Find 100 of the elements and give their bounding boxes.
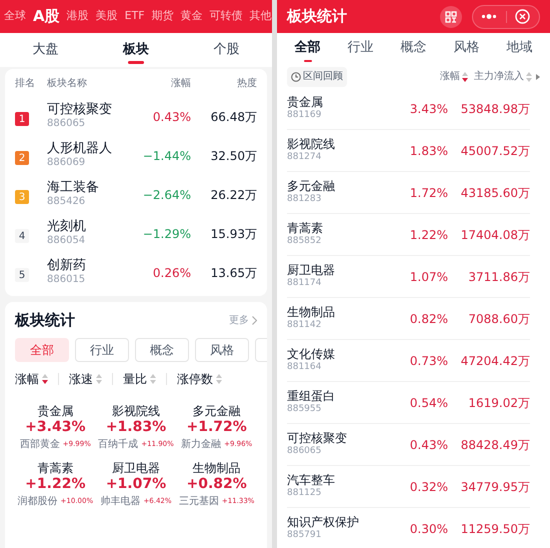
- inflow-value: 88428.49万: [460, 436, 530, 454]
- column-header: 热度: [236, 76, 257, 90]
- filter-chip[interactable]: 风格: [195, 338, 249, 362]
- sector-name: 光刻机: [47, 219, 87, 236]
- inflow-value: 3711.86万: [467, 268, 530, 286]
- view-tab[interactable]: 个股: [181, 33, 272, 67]
- tile-change: +1.07%: [106, 476, 166, 494]
- sector-code: 885852: [287, 236, 322, 248]
- sector-code: 886015: [47, 274, 86, 287]
- change-value: 0.43%: [152, 108, 191, 126]
- sector-code: 885955: [287, 404, 322, 416]
- sector-name: 文化传媒: [287, 347, 336, 362]
- inflow-value: 11259.50万: [460, 520, 530, 538]
- sort-option[interactable]: 涨速: [69, 370, 102, 388]
- column-header: 涨幅: [170, 76, 191, 90]
- column-sort[interactable]: 主力净流入: [474, 69, 532, 84]
- category-tab[interactable]: 全部: [281, 33, 334, 63]
- change-value: 0.82%: [408, 310, 448, 328]
- tile-name: 青蒿素: [37, 461, 74, 476]
- leader-stock: 帅丰电器: [100, 496, 140, 508]
- inflow-value: 7088.60万: [467, 310, 530, 328]
- tile-name: 影视院线: [112, 404, 160, 419]
- tile-change: +1.83%: [106, 419, 166, 436]
- sector-name: 多元金融: [287, 179, 336, 194]
- tile-change: +1.72%: [186, 419, 247, 436]
- rank-badge: 1: [15, 112, 29, 126]
- change-value: 1.07%: [408, 268, 448, 286]
- view-tab[interactable]: 大盘: [0, 33, 91, 67]
- more-icon: [481, 14, 498, 19]
- column-header: 排名: [15, 76, 36, 90]
- category-tab[interactable]: 地域: [493, 33, 546, 63]
- tile-name: 厨卫电器: [112, 461, 160, 476]
- sector-name: 汽车整车: [287, 473, 336, 488]
- sector-code: 886054: [47, 235, 86, 248]
- rank-badge: 4: [15, 229, 29, 243]
- sort-option[interactable]: 涨停数: [177, 370, 222, 388]
- change-value: −1.29%: [142, 226, 191, 242]
- category-tab[interactable]: 风格: [440, 33, 493, 63]
- rank-badge: 2: [15, 151, 29, 165]
- change-value: 0.26%: [152, 264, 191, 282]
- leader-stock: 三元基因: [178, 496, 219, 508]
- tile-change: +1.22%: [25, 476, 86, 494]
- sector-code: 881164: [287, 362, 322, 374]
- heat-value: 13.65万: [210, 264, 257, 282]
- change-value: −1.44%: [142, 148, 191, 164]
- sector-code: 881174: [287, 278, 322, 290]
- heat-value: 66.48万: [210, 108, 257, 126]
- tile-change: +0.82%: [186, 476, 247, 494]
- sector-name: 生物制品: [287, 305, 336, 320]
- change-value: 0.30%: [408, 520, 448, 538]
- leader-stock: 百纳千成: [98, 438, 138, 451]
- heat-value: 15.93万: [210, 226, 257, 242]
- caret-right-icon: [536, 74, 540, 80]
- view-tab[interactable]: 板块: [90, 33, 182, 67]
- sort-option[interactable]: 量比: [123, 370, 156, 388]
- page-title: 板块统计: [287, 6, 348, 28]
- sector-name: 海工装备: [47, 180, 100, 196]
- sector-code: 881283: [287, 194, 322, 206]
- inflow-value: 34779.95万: [460, 478, 530, 496]
- inflow-value: 47204.42万: [460, 352, 530, 370]
- inflow-value: 17404.08万: [460, 226, 530, 244]
- sector-name: 可控核聚变: [287, 431, 348, 446]
- heat-value: 32.50万: [210, 148, 257, 164]
- sort-option[interactable]: 涨幅: [15, 370, 48, 388]
- sector-code: 885791: [287, 530, 322, 542]
- inflow-value: 53848.98万: [460, 100, 530, 118]
- sector-code: 886069: [47, 157, 86, 170]
- category-tab[interactable]: 行业: [334, 33, 387, 63]
- column-sort[interactable]: 涨幅: [440, 69, 468, 84]
- sector-code: 886065: [287, 446, 322, 458]
- sector-name: 人形机器人: [47, 141, 113, 158]
- filter-chip[interactable]: 行业: [75, 338, 129, 362]
- sector-code: 881125: [287, 488, 322, 500]
- category-tab[interactable]: 概念: [387, 33, 440, 63]
- clock-icon: [291, 72, 301, 82]
- change-value: 3.43%: [408, 100, 448, 118]
- card-title: 板块统计: [15, 310, 75, 331]
- sector-name: 厨卫电器: [287, 263, 336, 278]
- chevron-right-icon: [252, 316, 257, 324]
- leader-stock: 西部黄金: [20, 438, 60, 451]
- market-tab[interactable]: A股: [33, 5, 60, 28]
- filter-chip[interactable]: 概念: [135, 338, 189, 362]
- inflow-value: 43185.60万: [460, 184, 530, 202]
- column-header: 板块名称: [47, 76, 88, 90]
- change-value: 0.54%: [408, 394, 448, 412]
- change-value: 0.32%: [408, 478, 448, 496]
- change-value: 1.72%: [408, 184, 448, 202]
- close-icon: [515, 9, 530, 24]
- change-value: 0.43%: [408, 436, 448, 454]
- leader-stock: 润都股份: [18, 496, 58, 508]
- change-value: 1.83%: [408, 142, 448, 160]
- rank-badge: 3: [15, 190, 29, 204]
- sector-name: 贵金属: [287, 95, 324, 110]
- filter-chip[interactable]: 全部: [15, 338, 69, 362]
- scan-button[interactable]: [440, 6, 462, 28]
- inflow-value: 1619.02万: [467, 394, 530, 412]
- sector-name: 影视院线: [287, 137, 336, 152]
- range-review-button[interactable]: 区间回顾: [287, 66, 347, 86]
- change-value: −2.64%: [142, 186, 191, 204]
- tile-name: 贵金属: [37, 404, 74, 419]
